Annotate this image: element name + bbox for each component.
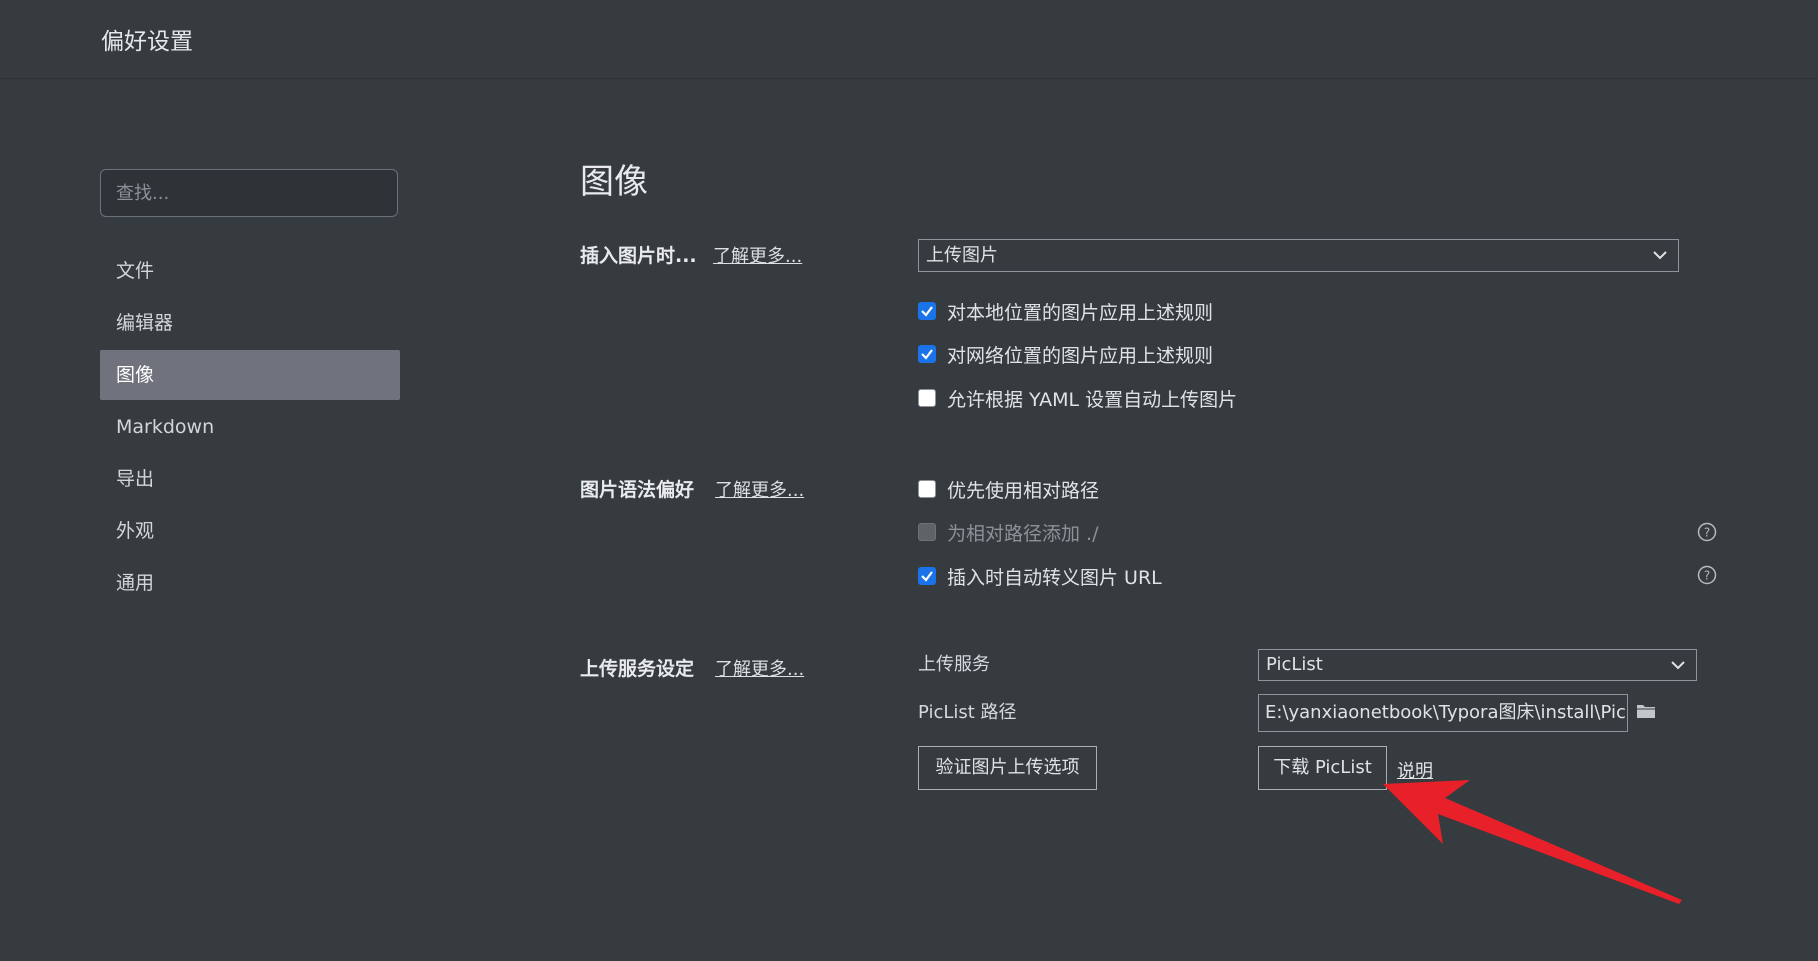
checkmark-icon <box>921 306 933 317</box>
search-input[interactable] <box>100 169 398 217</box>
page-title: 图像 <box>580 162 648 202</box>
checkmark-icon <box>921 571 933 582</box>
upload-section-label: 上传服务设定 <box>580 658 695 680</box>
chevron-down-icon <box>1671 661 1685 670</box>
checkbox-network-images-row[interactable]: 对网络位置的图片应用上述规则 <box>918 340 1213 368</box>
sidebar-nav: 文件 编辑器 图像 Markdown 导出 外观 通用 <box>100 246 400 610</box>
sidebar-item-editor[interactable]: 编辑器 <box>100 298 400 348</box>
checkbox-relative-path[interactable] <box>918 480 936 498</box>
upload-service-value: PicList <box>1266 654 1323 675</box>
checkbox-escape-url-row[interactable]: 插入时自动转义图片 URL <box>918 562 1162 590</box>
checkbox-network-images[interactable] <box>918 345 936 363</box>
help-icon[interactable]: ? <box>1697 565 1717 585</box>
window-title: 偏好设置 <box>101 29 193 55</box>
insert-action-select[interactable]: 上传图片 <box>918 239 1679 272</box>
red-arrow-annotation <box>1383 780 1682 904</box>
checkbox-escape-url-label: 插入时自动转义图片 URL <box>947 566 1162 589</box>
sidebar-item-general[interactable]: 通用 <box>100 558 400 608</box>
piclist-path-input[interactable]: E:\yanxiaonetbook\Typora图床\install\PicLi… <box>1258 694 1628 732</box>
insert-action-value: 上传图片 <box>926 245 998 266</box>
title-bar: 偏好设置 <box>0 0 1818 79</box>
syntax-section-label: 图片语法偏好 <box>580 479 695 501</box>
checkbox-dot-slash-row: 为相对路径添加 ./ <box>918 518 1098 546</box>
checkbox-dot-slash-label: 为相对路径添加 ./ <box>947 522 1099 545</box>
chevron-down-icon <box>1653 251 1667 260</box>
piclist-path-label: PicList 路径 <box>918 702 1017 723</box>
sidebar-item-markdown[interactable]: Markdown <box>100 402 400 452</box>
checkbox-yaml-upload[interactable] <box>918 389 936 407</box>
help-icon[interactable]: ? <box>1697 522 1717 542</box>
download-piclist-button[interactable]: 下载 PicList <box>1258 746 1387 790</box>
checkmark-icon <box>921 349 933 360</box>
insert-image-section-label: 插入图片时... <box>580 245 697 267</box>
svg-text:?: ? <box>1704 569 1710 583</box>
sidebar-item-export[interactable]: 导出 <box>100 454 400 504</box>
sidebar-item-file[interactable]: 文件 <box>100 246 400 296</box>
insert-learn-more-link[interactable]: 了解更多... <box>713 242 802 268</box>
folder-icon[interactable] <box>1636 702 1656 720</box>
checkbox-relative-path-label: 优先使用相对路径 <box>947 479 1100 502</box>
checkbox-dot-slash <box>918 523 936 541</box>
checkbox-yaml-upload-row[interactable]: 允许根据 YAML 设置自动上传图片 <box>918 384 1237 412</box>
sidebar-item-appearance[interactable]: 外观 <box>100 506 400 556</box>
checkbox-relative-path-row[interactable]: 优先使用相对路径 <box>918 475 1099 503</box>
checkbox-local-images-row[interactable]: 对本地位置的图片应用上述规则 <box>918 297 1213 325</box>
checkbox-local-images-label: 对本地位置的图片应用上述规则 <box>947 301 1214 324</box>
checkbox-yaml-upload-label: 允许根据 YAML 设置自动上传图片 <box>947 388 1238 411</box>
checkbox-network-images-label: 对网络位置的图片应用上述规则 <box>947 344 1214 367</box>
upload-service-label: 上传服务 <box>918 654 990 675</box>
verify-upload-button[interactable]: 验证图片上传选项 <box>918 746 1097 790</box>
syntax-learn-more-link[interactable]: 了解更多... <box>715 476 804 502</box>
upload-service-select[interactable]: PicList <box>1258 649 1697 681</box>
upload-learn-more-link[interactable]: 了解更多... <box>715 655 804 681</box>
sidebar-item-image[interactable]: 图像 <box>100 350 400 400</box>
svg-text:?: ? <box>1704 526 1710 540</box>
checkbox-local-images[interactable] <box>918 302 936 320</box>
checkbox-escape-url[interactable] <box>918 567 936 585</box>
